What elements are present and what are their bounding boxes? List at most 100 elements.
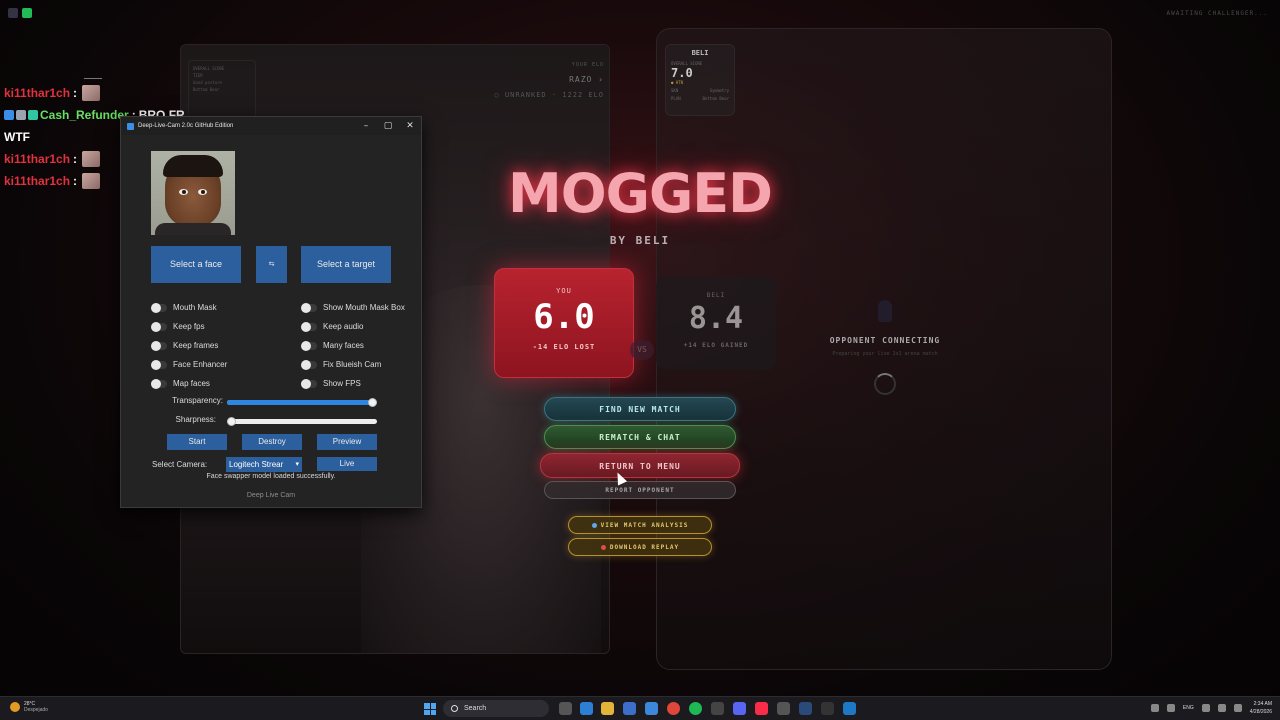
download-replay-button[interactable]: DOWNLOAD REPLAY	[568, 538, 712, 556]
minimize-icon[interactable]: –	[355, 121, 377, 131]
spotify-icon[interactable]	[689, 702, 702, 715]
sharpness-slider[interactable]	[227, 417, 377, 426]
taskbar-search[interactable]: Search	[443, 700, 549, 717]
search-label: Search	[464, 705, 487, 712]
microphone-icon[interactable]	[1166, 704, 1175, 712]
chat-username[interactable]: Cash_Refunder	[40, 108, 129, 122]
obs-icon[interactable]	[777, 702, 790, 715]
wifi-icon[interactable]	[1201, 704, 1210, 712]
footer-link[interactable]: Deep Live Cam	[121, 492, 421, 499]
close-icon[interactable]: ✕	[399, 121, 421, 131]
loading-spinner-icon	[874, 373, 896, 395]
toggle-label: Fix Blueish Cam	[323, 360, 382, 369]
language-indicator[interactable]: ENG	[1183, 705, 1194, 711]
mail-icon[interactable]	[645, 702, 658, 715]
view-match-analysis-label: VIEW MATCH ANALYSIS	[600, 522, 689, 529]
chat-username[interactable]: ki11thar1ch	[4, 174, 70, 188]
toggle-keep-frames[interactable]: Keep frames	[151, 340, 218, 351]
toggle-face-enhancer[interactable]: Face Enhancer	[151, 359, 228, 370]
chrome-icon[interactable]	[667, 702, 680, 715]
maximize-icon[interactable]: ▢	[377, 121, 399, 131]
live-button[interactable]: Live	[317, 457, 377, 471]
find-new-match-button[interactable]: FIND NEW MATCH	[544, 397, 736, 421]
emote-icon	[82, 85, 101, 101]
store-icon[interactable]	[623, 702, 636, 715]
deep-live-cam-taskbar-icon[interactable]	[843, 702, 856, 715]
window-titlebar[interactable]: Deep-Live-Cam 2.0c GitHub Edition – ▢ ✕	[121, 117, 421, 135]
beli-card-tier: ● HTN	[671, 80, 684, 85]
toggle-keep-fps[interactable]: Keep fps	[151, 321, 205, 332]
transparency-label: Transparency:	[172, 396, 223, 405]
task-view-icon[interactable]	[559, 702, 572, 715]
battery-icon[interactable]	[1233, 704, 1242, 712]
search-icon	[451, 705, 458, 712]
chat-username[interactable]: ki11thar1ch	[4, 152, 70, 166]
weather-widget[interactable]: 28°C Despejado	[10, 701, 48, 713]
toggle-label: Show FPS	[323, 379, 361, 388]
music-icon[interactable]	[755, 702, 768, 715]
check-icon[interactable]	[22, 8, 32, 18]
toggle-map-faces[interactable]: Map faces	[151, 378, 210, 389]
toggle-fix-blueish-cam[interactable]: Fix Blueish Cam	[301, 359, 382, 370]
toggle-label: Mouth Mask	[173, 303, 217, 312]
beli-card-key: SKN	[671, 88, 679, 93]
status-text: Face swapper model loaded successfully.	[206, 473, 336, 480]
destroy-button[interactable]: Destroy	[242, 434, 302, 450]
weather-desc: Despejado	[24, 707, 48, 713]
toggle-label: Face Enhancer	[173, 360, 228, 369]
toggle-many-faces[interactable]: Many faces	[301, 340, 364, 351]
top-left-icons	[8, 8, 32, 18]
system-tray: ENG 2:34 AM 4/28/2026	[1150, 700, 1272, 716]
github-icon[interactable]	[711, 702, 724, 715]
opponent-label: BELI	[706, 292, 726, 299]
select-target-button[interactable]: Select a target	[301, 246, 391, 283]
close-icon[interactable]	[8, 8, 18, 18]
chevron-up-icon[interactable]	[1150, 704, 1159, 712]
toggle-label: Show Mouth Mask Box	[323, 303, 405, 312]
volume-icon[interactable]	[1217, 704, 1226, 712]
toggle-keep-audio[interactable]: Keep audio	[301, 321, 364, 332]
opponent-connecting: OPPONENT CONNECTING Preparing your live …	[790, 300, 980, 395]
your-elo-label: YOUR ELO	[571, 62, 604, 68]
rematch-chat-button[interactable]: REMATCH & CHAT	[544, 425, 736, 449]
toggle-label: Keep fps	[173, 322, 205, 331]
terminal-icon[interactable]	[821, 702, 834, 715]
start-button[interactable]: Start	[167, 434, 227, 450]
badge-icon	[28, 110, 38, 120]
beli-card-score: 7.0	[671, 66, 693, 80]
mini-card-label: TIER	[193, 73, 203, 78]
report-opponent-button[interactable]: REPORT OPPONENT	[544, 481, 736, 499]
player-rank: ○ UNRANKED · 1222 ELO	[494, 91, 604, 99]
edge-icon[interactable]	[580, 702, 593, 715]
opponent-elo-change: +14 ELO GAINED	[683, 342, 749, 349]
download-replay-label: DOWNLOAD REPLAY	[609, 544, 680, 551]
screen: AWAITING CHALLENGER... OVERALL SCORE TIE…	[0, 0, 1280, 720]
user-icon	[878, 300, 892, 322]
camera-select[interactable]: Logitech Strear ▾	[226, 457, 302, 472]
chat-username[interactable]: ki11thar1ch	[4, 86, 70, 100]
steam-icon[interactable]	[799, 702, 812, 715]
player-name[interactable]: RAZO ›	[480, 75, 604, 84]
view-match-analysis-button[interactable]: VIEW MATCH ANALYSIS	[568, 516, 712, 534]
transparency-slider[interactable]	[227, 398, 377, 407]
toggle-label: Map faces	[173, 379, 210, 388]
discord-icon[interactable]	[733, 702, 746, 715]
game-title: MOGGED	[508, 162, 773, 225]
toggle-label: Keep audio	[323, 322, 364, 331]
file-explorer-icon[interactable]	[601, 702, 614, 715]
return-to-menu-button[interactable]: RETURN TO MENU	[540, 453, 740, 478]
record-icon	[600, 545, 606, 550]
toggle-mouth-mask[interactable]: Mouth Mask	[151, 302, 217, 313]
preview-button[interactable]: Preview	[317, 434, 377, 450]
clock[interactable]: 2:34 AM 4/28/2026	[1250, 700, 1272, 716]
toggle-show-fps[interactable]: Show FPS	[301, 378, 361, 389]
chat-message: ki11thar1ch:	[4, 82, 204, 104]
toggle-show-mouth-mask-box[interactable]: Show Mouth Mask Box	[301, 302, 405, 313]
deep-live-cam-window: Deep-Live-Cam 2.0c GitHub Edition – ▢ ✕ …	[120, 116, 422, 508]
you-elo-change: -14 ELO LOST	[532, 343, 596, 351]
emote-icon	[82, 173, 101, 189]
awaiting-text: AWAITING CHALLENGER...	[1166, 10, 1268, 17]
select-face-button[interactable]: Select a face	[151, 246, 241, 283]
swap-icon[interactable]: ⇆	[256, 246, 287, 283]
start-menu-icon[interactable]	[424, 703, 436, 715]
